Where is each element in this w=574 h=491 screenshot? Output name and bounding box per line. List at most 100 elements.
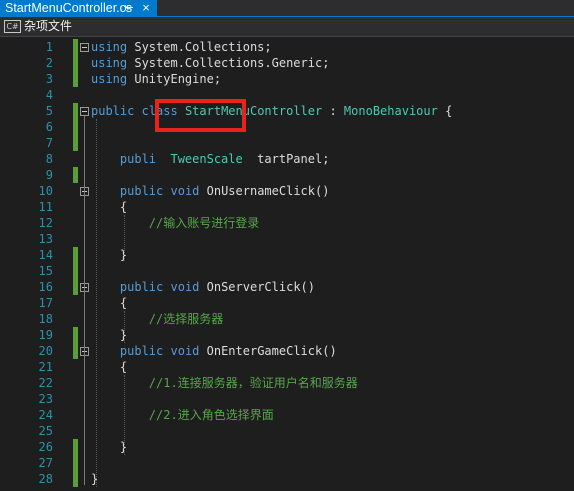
outline-guide xyxy=(124,375,125,455)
change-indicator xyxy=(73,247,78,263)
line-number: 9 xyxy=(45,168,53,182)
code-line[interactable]: 8 publi TweenScale tartPanel; xyxy=(0,151,574,167)
code-line[interactable]: 4 xyxy=(0,87,574,103)
line-number: 2 xyxy=(45,56,53,70)
line-number: 21 xyxy=(38,360,53,374)
line-number: 20 xyxy=(38,344,53,358)
change-indicator xyxy=(73,279,78,295)
code-line[interactable]: 19 } xyxy=(0,327,574,343)
outline-guide xyxy=(84,356,85,453)
code-text: using UnityEngine; xyxy=(91,72,222,86)
code-line[interactable]: 15 xyxy=(0,263,574,279)
close-icon[interactable]: × xyxy=(139,0,153,16)
tab-startmenucontroller[interactable]: StartMenuController.cs ⇤ × xyxy=(0,0,157,16)
line-number: 5 xyxy=(45,104,53,118)
line-number: 8 xyxy=(45,152,53,166)
navigation-bar: C# 杂项文件 xyxy=(0,17,574,37)
change-indicator xyxy=(73,39,78,55)
line-number: 15 xyxy=(38,264,53,278)
line-number: 23 xyxy=(38,392,53,406)
change-indicator xyxy=(73,439,78,455)
collapse-toggle-icon[interactable] xyxy=(80,107,89,116)
code-text: publi TweenScale tartPanel; xyxy=(119,152,330,166)
code-text: //2.进入角色选择界面 xyxy=(148,408,274,422)
line-number: 22 xyxy=(38,376,53,390)
project-dropdown[interactable]: C# 杂项文件 xyxy=(2,18,88,34)
code-text: //输入账号进行登录 xyxy=(148,216,260,230)
line-number: 7 xyxy=(45,136,53,150)
code-line[interactable]: 3 using UnityEngine; xyxy=(0,71,574,87)
project-label: 杂项文件 xyxy=(24,19,73,33)
line-number: 11 xyxy=(38,200,53,214)
code-line[interactable]: 9 xyxy=(0,167,574,183)
code-line[interactable]: 5 public class StartMenuController : Mono… xyxy=(0,103,574,119)
line-number: 24 xyxy=(38,408,53,422)
outline-guide xyxy=(96,119,97,487)
outline-guide xyxy=(124,311,125,343)
code-line[interactable]: 28} xyxy=(0,471,574,487)
code-line[interactable]: 17 { xyxy=(0,295,574,311)
outline-guide xyxy=(84,196,85,261)
code-line[interactable]: 1 using System.Collections; xyxy=(0,39,574,55)
change-indicator xyxy=(73,167,78,183)
line-number: 12 xyxy=(38,216,53,230)
code-line[interactable]: 23 xyxy=(0,391,574,407)
change-indicator xyxy=(73,327,78,343)
change-indicator xyxy=(73,55,78,71)
highlight-box xyxy=(155,99,246,132)
line-number: 26 xyxy=(38,440,53,454)
line-number: 18 xyxy=(38,312,53,326)
line-number: 28 xyxy=(38,472,53,486)
code-text: } xyxy=(91,472,99,486)
code-line[interactable]: 12 //输入账号进行登录 xyxy=(0,215,574,231)
pin-icon[interactable]: ⇤ xyxy=(122,0,136,16)
code-line[interactable]: 20 public void OnEnterGameClick() xyxy=(0,343,574,359)
code-text: public void OnServerClick() xyxy=(119,280,315,294)
line-number: 10 xyxy=(38,184,53,198)
change-indicator xyxy=(73,103,78,119)
line-number: 1 xyxy=(45,40,53,54)
change-indicator xyxy=(73,455,78,471)
line-number: 14 xyxy=(38,248,53,262)
code-text: using System.Collections; xyxy=(91,40,272,54)
line-number: 25 xyxy=(38,424,53,438)
code-line[interactable]: 24 //2.进入角色选择界面 xyxy=(0,407,574,423)
line-number: 17 xyxy=(38,296,53,310)
change-indicator xyxy=(73,471,78,487)
code-text: public void OnUsernameClick() xyxy=(119,184,330,198)
code-line[interactable]: 7 xyxy=(0,135,574,151)
code-editor[interactable]: 1 using System.Collections; 2 using System.… xyxy=(0,37,574,491)
line-number: 27 xyxy=(38,456,53,470)
code-text: public class StartMenuController : MonoB… xyxy=(91,104,453,118)
collapse-toggle-icon[interactable] xyxy=(80,43,89,52)
code-text: using System.Collections.Generic; xyxy=(91,56,330,70)
line-number: 4 xyxy=(45,88,53,102)
change-indicator xyxy=(73,343,78,359)
code-line[interactable]: 16 public void OnServerClick() xyxy=(0,279,574,295)
tab-title: StartMenuController.cs xyxy=(5,1,133,15)
line-number: 13 xyxy=(38,232,53,246)
change-indicator xyxy=(73,135,78,151)
code-line[interactable]: 22 //1.连接服务器，验证用户名和服务器 xyxy=(0,375,574,391)
line-number: 6 xyxy=(45,120,53,134)
code-line[interactable]: 11 { xyxy=(0,199,574,215)
code-line[interactable]: 27 xyxy=(0,455,574,471)
line-number: 16 xyxy=(38,280,53,294)
change-indicator xyxy=(73,263,78,279)
line-number: 19 xyxy=(38,328,53,342)
code-line[interactable]: 25 xyxy=(0,423,574,439)
change-indicator xyxy=(73,119,78,135)
code-line[interactable]: 6 xyxy=(0,119,574,135)
code-text: //1.连接服务器，验证用户名和服务器 xyxy=(148,376,358,390)
code-line[interactable]: 14 } xyxy=(0,247,574,263)
code-line[interactable]: 21 { xyxy=(0,359,574,375)
code-line[interactable]: 18 //选择服务器 xyxy=(0,311,574,327)
change-indicator xyxy=(73,71,78,87)
code-line[interactable]: 10 public void OnUsernameClick() xyxy=(0,183,574,199)
csharp-file-icon: C# xyxy=(4,20,21,33)
code-line[interactable]: 2 using System.Collections.Generic; xyxy=(0,55,574,71)
line-number: 3 xyxy=(45,72,53,86)
code-text: public void OnEnterGameClick() xyxy=(119,344,337,358)
code-line[interactable]: 26 } xyxy=(0,439,574,455)
code-line[interactable]: 13 xyxy=(0,231,574,247)
